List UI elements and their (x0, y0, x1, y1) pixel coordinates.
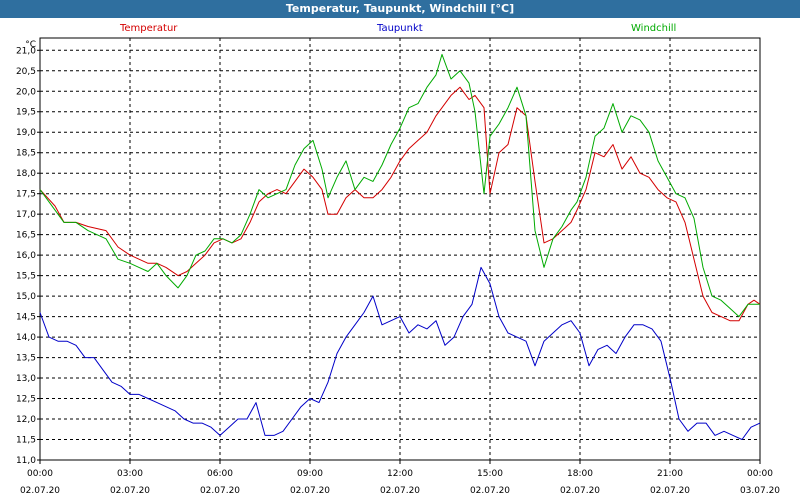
x-tick-date: 02.07.20 (380, 486, 420, 496)
y-tick-label: 17,5 (16, 190, 36, 200)
x-tick-time: 09:00 (297, 469, 323, 479)
y-tick-label: 17,0 (16, 210, 36, 220)
y-tick-label: 14,5 (16, 313, 36, 323)
chart-window: Temperatur, Taupunkt, Windchill [°C] Tem… (0, 0, 800, 500)
y-tick-label: 15,5 (16, 272, 36, 282)
y-tick-label: 14,0 (16, 333, 36, 343)
x-tick-date: 02.07.20 (290, 486, 330, 496)
x-tick-date: 02.07.20 (110, 486, 150, 496)
x-tick-time: 00:00 (27, 469, 53, 479)
y-tick-label: 12,5 (16, 395, 36, 405)
y-tick-label: 18,5 (16, 149, 36, 159)
y-tick-label: 19,0 (16, 128, 36, 138)
y-tick-label: 19,5 (16, 108, 36, 118)
y-tick-label: 11,0 (16, 456, 36, 466)
x-tick-date: 02.07.20 (470, 486, 510, 496)
x-tick-date: 02.07.20 (200, 486, 240, 496)
x-tick-date: 02.07.20 (560, 486, 600, 496)
y-tick-label: 20,0 (16, 87, 36, 97)
y-tick-label: 13,0 (16, 374, 36, 384)
y-tick-label: 13,5 (16, 354, 36, 364)
x-tick-time: 12:00 (387, 469, 413, 479)
y-tick-label: 11,5 (16, 436, 36, 446)
x-tick-date: 02.07.20 (20, 486, 60, 496)
x-tick-time: 00:00 (747, 469, 773, 479)
y-tick-label: 12,0 (16, 415, 36, 425)
x-tick-time: 06:00 (207, 469, 233, 479)
y-tick-label: 16,5 (16, 231, 36, 241)
y-tick-label: 18,0 (16, 169, 36, 179)
x-tick-time: 15:00 (477, 469, 503, 479)
x-tick-time: 03:00 (117, 469, 143, 479)
y-tick-label: 16,0 (16, 251, 36, 261)
line-chart: 11,0 11,5 12,0 12,5 13,0 13,5 14,0 14,5 15,0 15,5… (16, 37, 780, 496)
x-tick-date: 02.07.20 (650, 486, 690, 496)
y-tick-label: 15,0 (16, 292, 36, 302)
x-tick-date: 03.07.20 (740, 486, 780, 496)
x-tick-time: 18:00 (567, 469, 593, 479)
y-axis-unit: °C (25, 40, 36, 50)
y-tick-label: 20,5 (16, 67, 36, 77)
x-tick-time: 21:00 (657, 469, 683, 479)
